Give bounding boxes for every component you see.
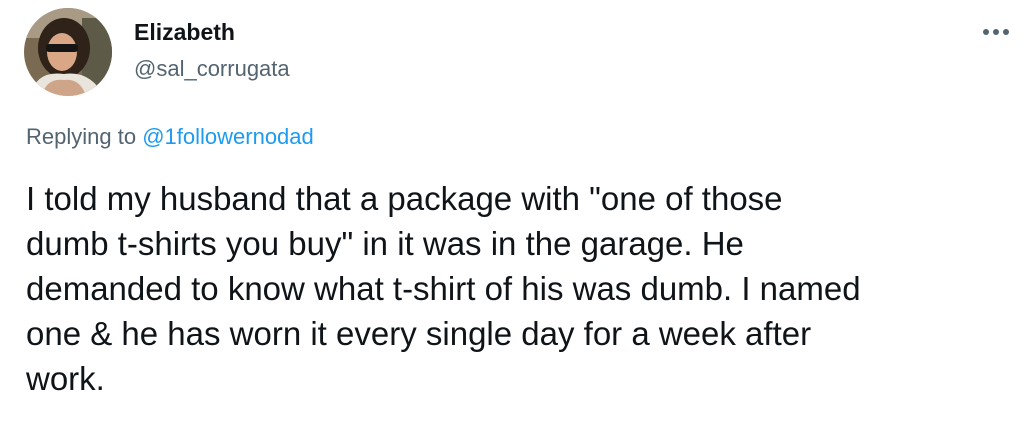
replying-to: Replying to @1followernodad: [26, 123, 314, 151]
avatar[interactable]: [24, 8, 112, 96]
replying-to-label: Replying to: [26, 124, 137, 149]
author-info: Elizabeth @sal_corrugata: [134, 18, 290, 82]
more-horizontal-icon: [983, 29, 1009, 35]
more-options-button[interactable]: [978, 22, 1014, 42]
tweet-text: I told my husband that a package with "o…: [26, 180, 861, 397]
user-handle[interactable]: @sal_corrugata: [134, 56, 290, 82]
avatar-photo: [24, 8, 112, 96]
reply-mention-link[interactable]: @1followernodad: [142, 124, 314, 149]
tweet-card: Elizabeth @sal_corrugata Replying to @1f…: [0, 0, 1024, 436]
display-name[interactable]: Elizabeth: [134, 18, 290, 46]
